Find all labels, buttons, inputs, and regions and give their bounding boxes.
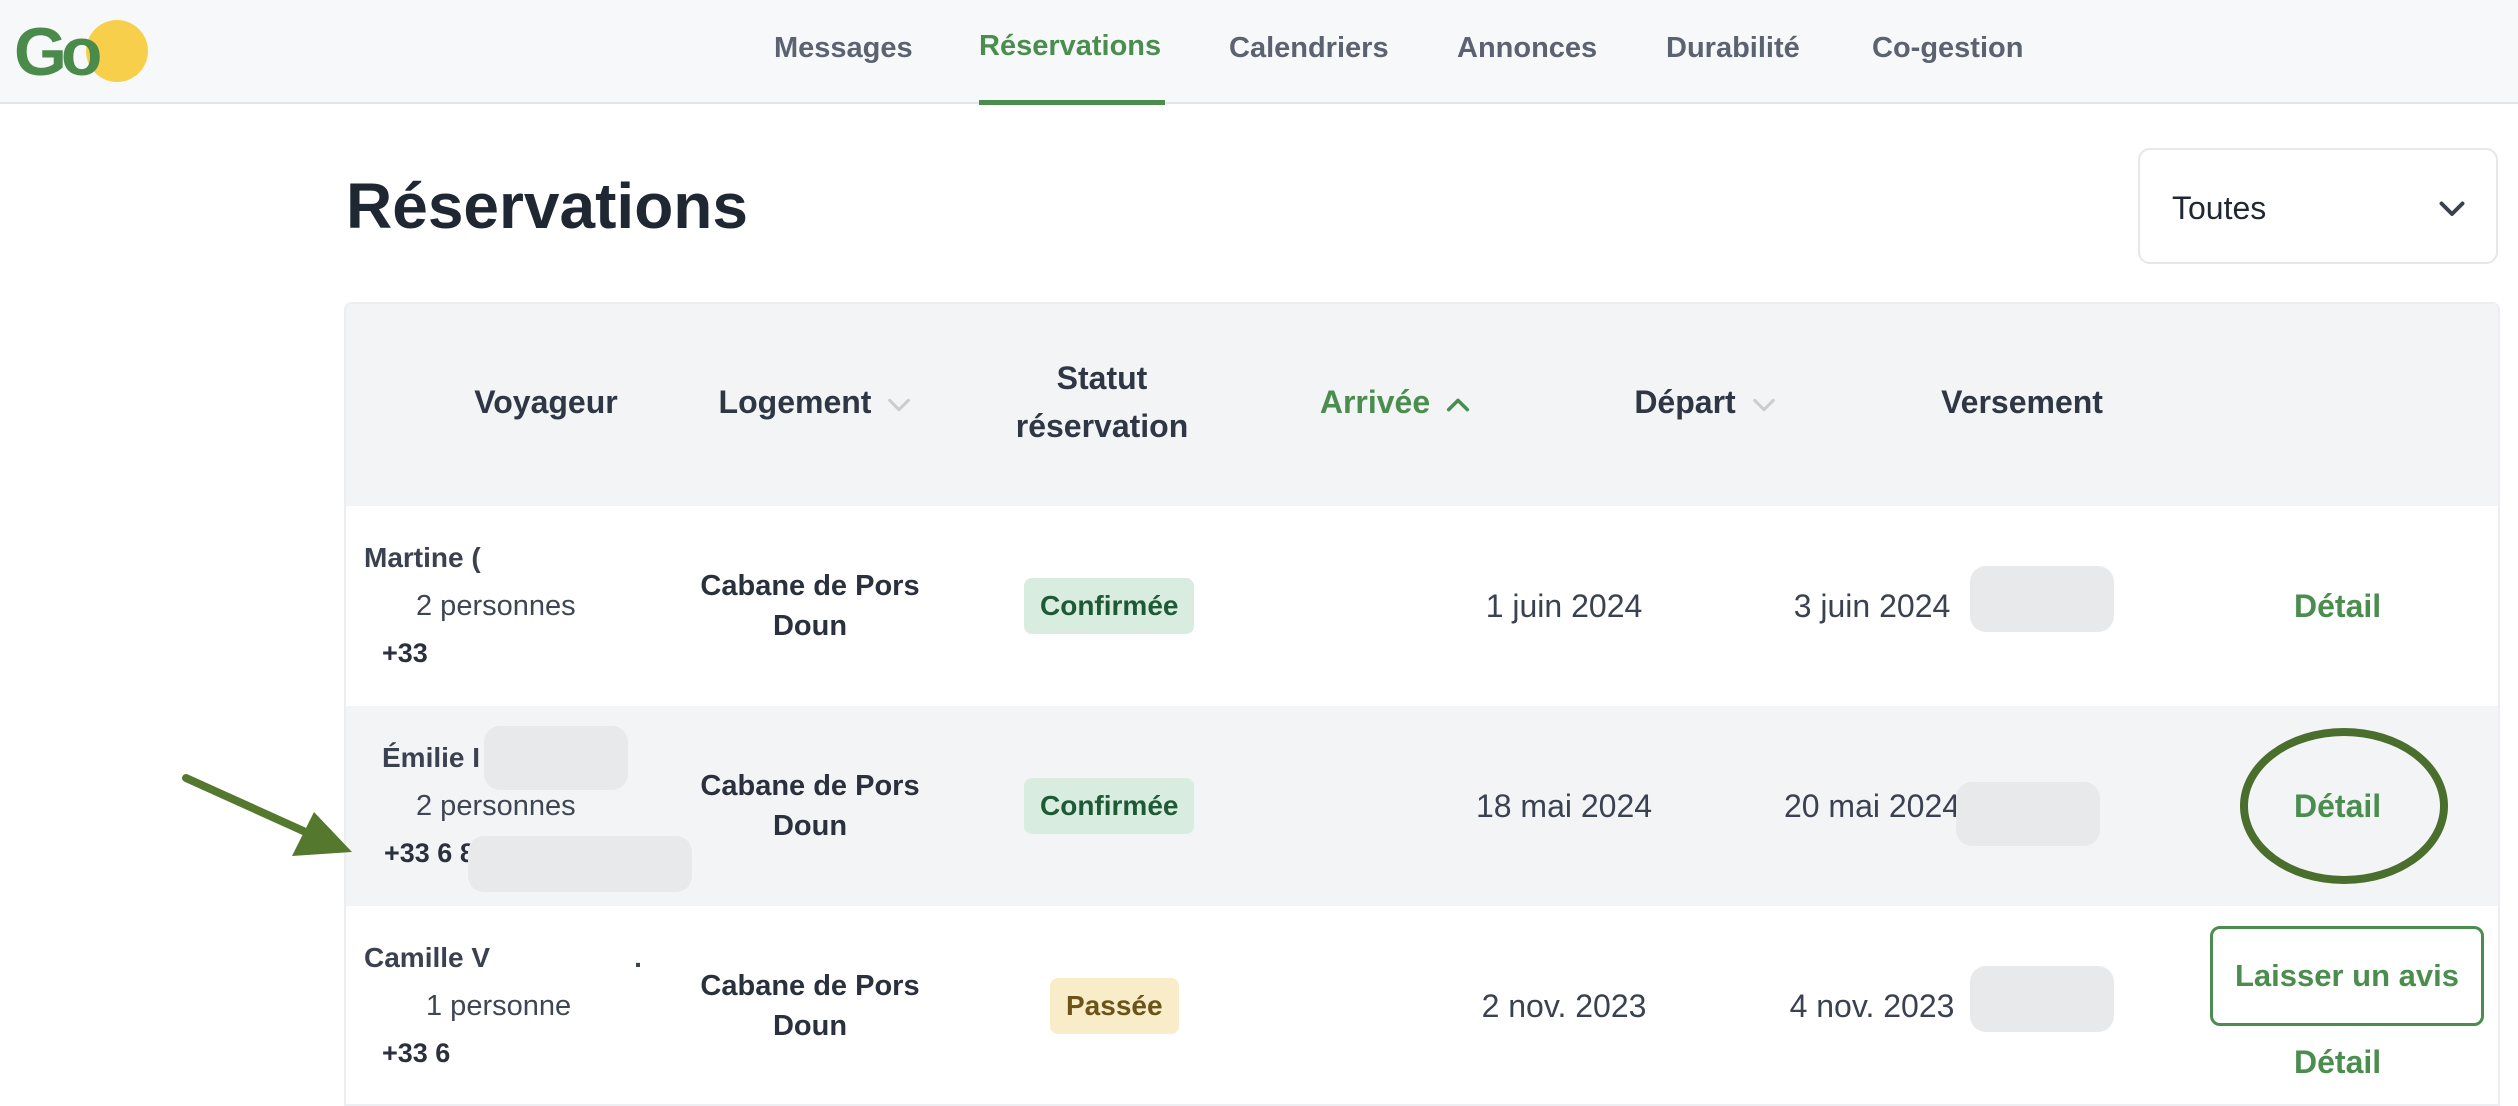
sort-chevron-down-icon bbox=[888, 398, 911, 411]
logement-name: Cabane de Pors Doun bbox=[670, 566, 950, 646]
detail-link[interactable]: Détail bbox=[2294, 786, 2381, 826]
logement-name-line2: Doun bbox=[772, 610, 848, 642]
status-badge: Confirmée bbox=[1024, 778, 1195, 834]
column-header-logement[interactable]: Logement bbox=[676, 378, 956, 426]
nav-item-co-gestion[interactable]: Co-gestion bbox=[1872, 30, 2023, 66]
guest-name-redacted bbox=[484, 726, 628, 790]
table-row: Martine ( 2 personnes +33 Cabane de Pors… bbox=[346, 506, 2498, 706]
column-header-voyageur: Voyageur bbox=[420, 378, 672, 426]
nav-item-annonces[interactable]: Annonces bbox=[1457, 30, 1597, 66]
column-header-label: Voyageur bbox=[474, 384, 618, 420]
column-header-depart[interactable]: Départ bbox=[1556, 378, 1856, 426]
column-header-versement: Versement bbox=[1866, 378, 2178, 426]
guest-name: Martine ( bbox=[364, 542, 481, 573]
nav-item-reservations[interactable]: Réservations bbox=[979, 28, 1161, 64]
logement-name-line1: Cabane de Pors bbox=[700, 970, 920, 1002]
reservations-table: Voyageur Logement Statut réservation Arr… bbox=[344, 302, 2500, 1106]
sort-chevron-up-icon bbox=[1447, 398, 1470, 411]
guest-name-suffix: . bbox=[634, 942, 642, 973]
guest-phone: +33 bbox=[382, 638, 428, 668]
arrival-date: 18 mai 2024 bbox=[1475, 788, 1653, 824]
column-header-statut: Statut réservation bbox=[976, 354, 1228, 450]
guest-count: 2 personnes bbox=[416, 790, 576, 822]
logement-name-line2: Doun bbox=[772, 810, 848, 842]
page-title: Réservations bbox=[346, 170, 748, 242]
table-header: Voyageur Logement Statut réservation Arr… bbox=[346, 304, 2498, 506]
column-header-label-line2: réservation bbox=[1015, 408, 1189, 444]
detail-link[interactable]: Détail bbox=[2294, 586, 2381, 626]
detail-link[interactable]: Détail bbox=[2294, 1042, 2381, 1082]
table-row: Camille V. 1 personne +33 6 Cabane de Po… bbox=[346, 906, 2498, 1104]
payout-redacted bbox=[1970, 566, 2114, 632]
column-header-label: Arrivée bbox=[1319, 384, 1431, 420]
guest-name-visible: Camille V bbox=[364, 942, 491, 973]
nav-item-calendriers[interactable]: Calendriers bbox=[1229, 30, 1389, 66]
column-header-label: Versement bbox=[1941, 384, 2103, 420]
top-navigation-bar: Go Messages Réservations Calendriers Ann… bbox=[0, 0, 2518, 105]
status-filter-select[interactable]: Toutes bbox=[2138, 148, 2498, 264]
leave-review-button[interactable]: Laisser un avis bbox=[2210, 926, 2484, 1026]
column-header-label: Départ bbox=[1634, 384, 1736, 420]
arrow-annotation-icon bbox=[182, 774, 352, 856]
nav-active-indicator bbox=[979, 100, 1165, 105]
status-badge: Passée bbox=[1050, 978, 1179, 1034]
guest-count: 2 personnes bbox=[416, 590, 576, 622]
nav-item-messages[interactable]: Messages bbox=[774, 30, 913, 66]
payout-redacted bbox=[1970, 966, 2114, 1032]
chevron-down-icon bbox=[2439, 201, 2465, 216]
column-header-arrivee[interactable]: Arrivée bbox=[1246, 378, 1546, 426]
column-header-label-line1: Statut bbox=[1056, 360, 1148, 396]
payout-redacted bbox=[1956, 782, 2100, 846]
guest-phone: +33 6 bbox=[382, 1038, 451, 1068]
guest-count: 1 personne bbox=[426, 990, 572, 1022]
guest-name: Camille V. bbox=[364, 940, 642, 976]
table-row: Émilie I 2 personnes +33 6 8 Cabane de P… bbox=[346, 706, 2498, 906]
logement-name-line1: Cabane de Pors bbox=[700, 770, 920, 802]
filter-selected-value: Toutes bbox=[2172, 190, 2267, 226]
main-nav: Messages Réservations Calendriers Annonc… bbox=[0, 0, 2518, 105]
guest-name: Émilie I bbox=[382, 742, 481, 773]
sort-chevron-down-icon bbox=[1752, 398, 1775, 411]
logement-name: Cabane de Pors Doun bbox=[670, 966, 950, 1046]
guest-phone: +33 6 8 bbox=[384, 838, 475, 868]
logement-name-line2: Doun bbox=[772, 1010, 848, 1042]
nav-item-durabilite[interactable]: Durabilité bbox=[1666, 30, 1800, 66]
logement-name-line1: Cabane de Pors bbox=[700, 570, 920, 602]
arrival-date: 2 nov. 2023 bbox=[1481, 988, 1647, 1024]
status-badge: Confirmée bbox=[1024, 578, 1195, 634]
column-header-label: Logement bbox=[718, 384, 872, 420]
guest-phone-redacted bbox=[468, 836, 692, 892]
logement-name: Cabane de Pors Doun bbox=[670, 766, 950, 846]
arrival-date: 1 juin 2024 bbox=[1485, 588, 1643, 624]
